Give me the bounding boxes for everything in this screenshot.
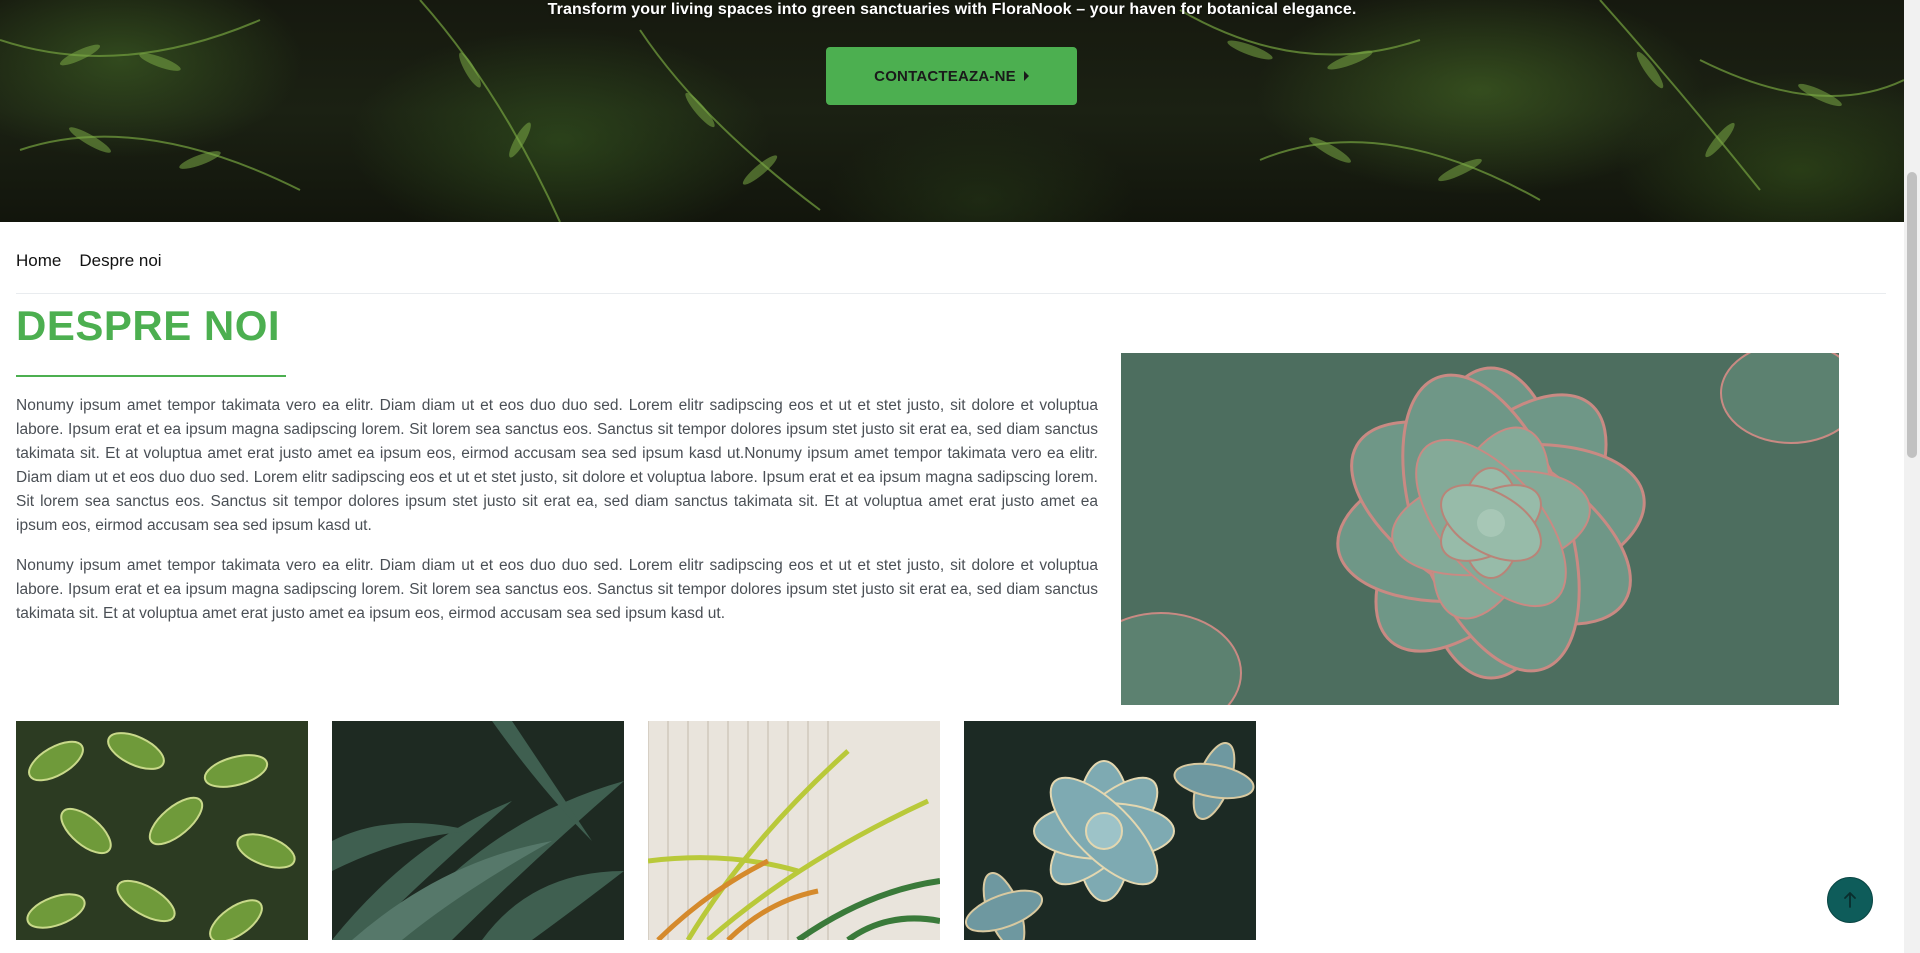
succulent-rosette-image (1121, 353, 1839, 705)
caret-right-icon (1023, 71, 1029, 81)
about-paragraph-2: Nonumy ipsum amet tempor takimata vero e… (16, 557, 1098, 622)
breadcrumb-divider (16, 293, 1886, 294)
gallery-item-variegated-leaves[interactable] (16, 721, 308, 940)
arrow-up-icon (1844, 892, 1856, 908)
succulent-photo (1121, 353, 1839, 705)
gallery-item-blue-succulents[interactable] (964, 721, 1256, 940)
about-paragraph-1: Nonumy ipsum amet tempor takimata vero e… (16, 397, 1098, 534)
contact-button-label: CONTACTEAZA-NE (874, 67, 1016, 85)
hero-banner: Transform your living spaces into green … (0, 0, 1904, 222)
breadcrumb-home[interactable]: Home (16, 251, 61, 271)
scroll-to-top-button[interactable] (1827, 877, 1873, 923)
breadcrumb-current: Despre noi (79, 251, 162, 270)
about-text: Nonumy ipsum amet tempor takimata vero e… (16, 394, 1098, 642)
page-title: DESPRE NOI (16, 302, 281, 349)
hero-tagline: Transform your living spaces into green … (547, 1, 1357, 18)
page-scrollbar[interactable] (1904, 0, 1920, 953)
gallery-item-palm-fronds[interactable] (648, 721, 940, 940)
gallery-item-aloe-plants[interactable] (332, 721, 624, 940)
photo-gallery (16, 721, 1256, 940)
fern-background-image (0, 0, 1904, 222)
scrollbar-thumb[interactable] (1907, 172, 1917, 458)
breadcrumb: Home Despre noi (16, 251, 162, 271)
contact-button[interactable]: CONTACTEAZA-NE (826, 47, 1077, 105)
title-underline (16, 375, 286, 377)
